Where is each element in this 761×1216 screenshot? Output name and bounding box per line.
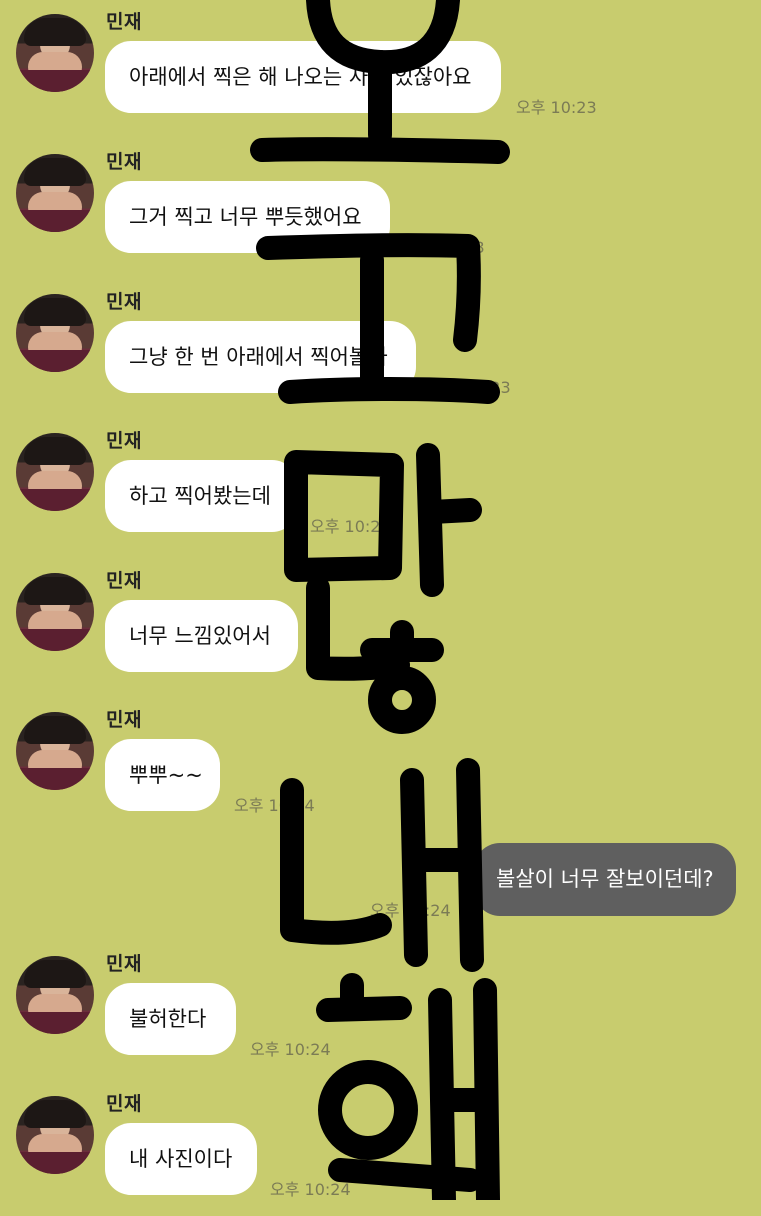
message-bubble[interactable]: 뿌뿌~~ <box>105 739 220 811</box>
message-row: 민재 그냥 한 번 아래에서 찍어볼까 오후 10:23 <box>0 291 761 414</box>
message-bubble[interactable]: 아래에서 찍은 해 나오는 사진 있잖아요 <box>105 41 501 113</box>
message-time: 오후 10:24 <box>270 1180 351 1199</box>
avatar[interactable] <box>16 14 94 92</box>
message-bubble[interactable]: 너무 느낌있어서 <box>105 600 298 672</box>
my-message-bubble[interactable]: 볼살이 너무 잘보이던데? <box>474 843 736 916</box>
sender-name: 민재 <box>106 291 142 313</box>
message-time: 오후 10:23 <box>310 657 391 676</box>
my-message-time: 오후 10:24 <box>370 901 451 920</box>
sender-name: 민재 <box>106 709 142 731</box>
avatar[interactable] <box>16 573 94 651</box>
avatar[interactable] <box>16 154 94 232</box>
message-bubble[interactable]: 불허한다 <box>105 983 236 1055</box>
message-row: 민재 불허한다 오후 10:24 <box>0 953 761 1076</box>
message-bubble[interactable]: 그거 찍고 너무 뿌듯했어요 <box>105 181 390 253</box>
message-bubble[interactable]: 내 사진이다 <box>105 1123 257 1195</box>
message-row: 민재 뿌뿌~~ 오후 10:24 <box>0 709 761 832</box>
avatar[interactable] <box>16 956 94 1034</box>
message-time: 오후 10:23 <box>516 98 597 117</box>
avatar[interactable] <box>16 433 94 511</box>
sender-name: 민재 <box>106 430 142 452</box>
message-row: 민재 너무 느낌있어서 오후 10:23 <box>0 570 761 693</box>
message-bubble[interactable]: 하고 찍어봤는데 <box>105 460 298 532</box>
message-row: 민재 내 사진이다 오후 10:24 <box>0 1093 761 1216</box>
message-row: 민재 아래에서 찍은 해 나오는 사진 있잖아요 오후 10:23 <box>0 11 761 134</box>
message-time: 오후 10:24 <box>250 1040 331 1059</box>
chat-screen: 민재 아래에서 찍은 해 나오는 사진 있잖아요 오후 10:23 민재 그거 … <box>0 0 761 1200</box>
message-time: 오후 10:24 <box>234 796 315 815</box>
message-bubble[interactable]: 그냥 한 번 아래에서 찍어볼까 <box>105 321 416 393</box>
message-row: 민재 하고 찍어봤는데 오후 10:23 <box>0 430 761 553</box>
sender-name: 민재 <box>106 570 142 592</box>
sender-name: 민재 <box>106 11 142 33</box>
sender-name: 민재 <box>106 151 142 173</box>
avatar[interactable] <box>16 712 94 790</box>
avatar[interactable] <box>16 1096 94 1174</box>
message-time: 오후 10:23 <box>430 378 511 397</box>
sender-name: 민재 <box>106 1093 142 1115</box>
message-time: 오후 10:23 <box>404 238 485 257</box>
message-row: 민재 그거 찍고 너무 뿌듯했어요 오후 10:23 <box>0 151 761 274</box>
sender-name: 민재 <box>106 953 142 975</box>
avatar[interactable] <box>16 294 94 372</box>
message-time: 오후 10:23 <box>310 517 391 536</box>
